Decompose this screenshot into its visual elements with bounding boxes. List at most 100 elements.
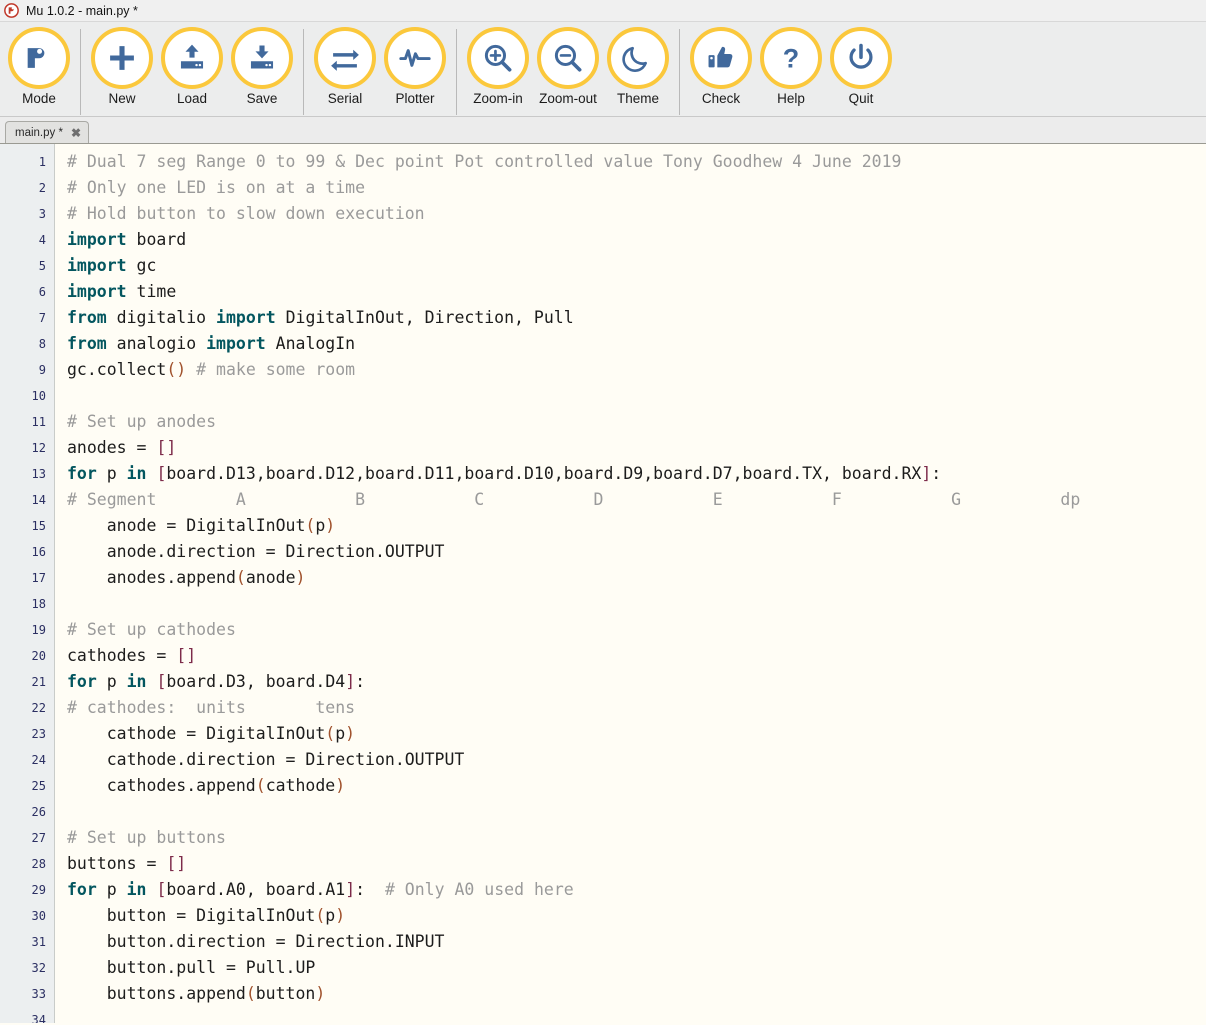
toolbar-button-zoom-out[interactable]: Zoom-out <box>533 27 603 107</box>
code-token: board <box>127 230 187 249</box>
code-line[interactable]: anodes.append(anode) <box>67 565 1206 591</box>
code-line[interactable]: buttons.append(button) <box>67 981 1206 1007</box>
toolbar-button-check[interactable]: Check <box>686 27 756 107</box>
code-token: p <box>335 724 345 743</box>
code-area[interactable]: # Dual 7 seg Range 0 to 99 & Dec point P… <box>55 144 1206 1023</box>
code-token: ( <box>236 568 246 587</box>
code-token: analogio <box>107 334 206 353</box>
toolbar-group: Mode <box>4 27 74 107</box>
code-token: digitalio <box>107 308 216 327</box>
line-number: 15 <box>0 513 54 539</box>
code-token: ( <box>315 906 325 925</box>
line-number: 9 <box>0 357 54 383</box>
toolbar-button-label: New <box>108 91 135 107</box>
code-line[interactable]: button.pull = Pull.UP <box>67 955 1206 981</box>
toolbar-button-help[interactable]: ?Help <box>756 27 826 107</box>
line-number: 33 <box>0 981 54 1007</box>
main-toolbar: Mode New LoadSaveSerialPlotterZoom-inZoom-… <box>0 22 1206 117</box>
toolbar-separator <box>456 29 457 115</box>
code-token: anode <box>246 568 296 587</box>
code-token: import <box>67 256 127 275</box>
code-line[interactable] <box>67 799 1206 825</box>
code-token: [] <box>166 854 186 873</box>
toolbar-button-theme[interactable]: Theme <box>603 27 673 107</box>
code-line[interactable]: buttons = [] <box>67 851 1206 877</box>
line-number: 26 <box>0 799 54 825</box>
code-token: : <box>931 464 941 483</box>
toolbar-button-label: Theme <box>617 91 659 107</box>
code-line[interactable]: # Set up cathodes <box>67 617 1206 643</box>
code-line[interactable] <box>67 1007 1206 1023</box>
toolbar-button-plotter[interactable]: Plotter <box>380 27 450 107</box>
line-number: 21 <box>0 669 54 695</box>
code-token: ) <box>296 568 306 587</box>
code-token: ] <box>345 880 355 899</box>
code-line[interactable]: anodes = [] <box>67 435 1206 461</box>
line-number: 8 <box>0 331 54 357</box>
code-line[interactable]: # Segment A B C D E F G dp <box>67 487 1206 513</box>
line-number: 28 <box>0 851 54 877</box>
code-line[interactable]: # Dual 7 seg Range 0 to 99 & Dec point P… <box>67 149 1206 175</box>
code-line[interactable]: for p in [board.D13,board.D12,board.D11,… <box>67 461 1206 487</box>
code-line[interactable]: cathode = DigitalInOut(p) <box>67 721 1206 747</box>
code-token: cathode = DigitalInOut <box>67 724 325 743</box>
code-line[interactable]: anode.direction = Direction.OUTPUT <box>67 539 1206 565</box>
title-bar: Mu 1.0.2 - main.py * <box>0 0 1206 22</box>
code-line[interactable]: cathodes = [] <box>67 643 1206 669</box>
toolbar-button-zoom-in[interactable]: Zoom-in <box>463 27 533 107</box>
line-number: 14 <box>0 487 54 513</box>
toolbar-button-serial[interactable]: Serial <box>310 27 380 107</box>
toolbar-button-quit[interactable]: Quit <box>826 27 896 107</box>
line-number: 3 <box>0 201 54 227</box>
code-line[interactable]: # Only one LED is on at a time <box>67 175 1206 201</box>
code-line[interactable]: cathodes.append(cathode) <box>67 773 1206 799</box>
code-token: in <box>127 880 147 899</box>
close-icon[interactable]: ✖ <box>71 127 81 139</box>
code-line[interactable]: import board <box>67 227 1206 253</box>
code-line[interactable]: # cathodes: units tens <box>67 695 1206 721</box>
mu-logo-icon <box>4 3 19 18</box>
code-line[interactable]: import gc <box>67 253 1206 279</box>
code-token: ( <box>305 516 315 535</box>
toolbar-button-save[interactable]: Save <box>227 27 297 107</box>
editor-tab[interactable]: main.py *✖ <box>5 121 89 143</box>
code-line[interactable]: from digitalio import DigitalInOut, Dire… <box>67 305 1206 331</box>
code-token: [] <box>176 646 196 665</box>
code-line[interactable]: cathode.direction = Direction.OUTPUT <box>67 747 1206 773</box>
code-token: : <box>355 672 365 691</box>
magnifier-minus-icon <box>537 27 599 89</box>
code-line[interactable] <box>67 591 1206 617</box>
code-line[interactable]: button = DigitalInOut(p) <box>67 903 1206 929</box>
code-line[interactable]: button.direction = Direction.INPUT <box>67 929 1206 955</box>
line-number: 23 <box>0 721 54 747</box>
toolbar-group: SerialPlotter <box>310 27 450 107</box>
code-token: ) <box>315 984 325 1003</box>
code-line[interactable]: # Set up buttons <box>67 825 1206 851</box>
code-token: from <box>67 308 107 327</box>
code-line[interactable]: from analogio import AnalogIn <box>67 331 1206 357</box>
code-line[interactable]: import time <box>67 279 1206 305</box>
code-line[interactable]: for p in [board.A0, board.A1]: # Only A0… <box>67 877 1206 903</box>
toolbar-button-label: Quit <box>849 91 874 107</box>
code-token: anode = DigitalInOut <box>67 516 305 535</box>
code-line[interactable]: for p in [board.D3, board.D4]: <box>67 669 1206 695</box>
code-line[interactable]: anode = DigitalInOut(p) <box>67 513 1206 539</box>
toolbar-button-new[interactable]: New <box>87 27 157 107</box>
code-line[interactable] <box>67 383 1206 409</box>
toolbar-button-mode[interactable]: Mode <box>4 27 74 107</box>
line-number: 29 <box>0 877 54 903</box>
code-line[interactable]: gc.collect() # make some room <box>67 357 1206 383</box>
code-token: cathode.direction = Direction.OUTPUT <box>67 750 464 769</box>
code-token: AnalogIn <box>266 334 355 353</box>
code-token: # Segment A B C D E F G dp <box>67 490 1080 509</box>
code-token: [] <box>156 438 176 457</box>
code-token: cathodes.append <box>67 776 256 795</box>
upload-icon <box>161 27 223 89</box>
code-line[interactable]: # Set up anodes <box>67 409 1206 435</box>
toolbar-button-load[interactable]: Load <box>157 27 227 107</box>
code-token: button = DigitalInOut <box>67 906 315 925</box>
code-line[interactable]: # Hold button to slow down execution <box>67 201 1206 227</box>
code-token: ) <box>325 516 335 535</box>
toolbar-group: Zoom-inZoom-out Theme <box>463 27 673 107</box>
code-editor[interactable]: 1234567891011121314151617181920212223242… <box>0 144 1206 1023</box>
